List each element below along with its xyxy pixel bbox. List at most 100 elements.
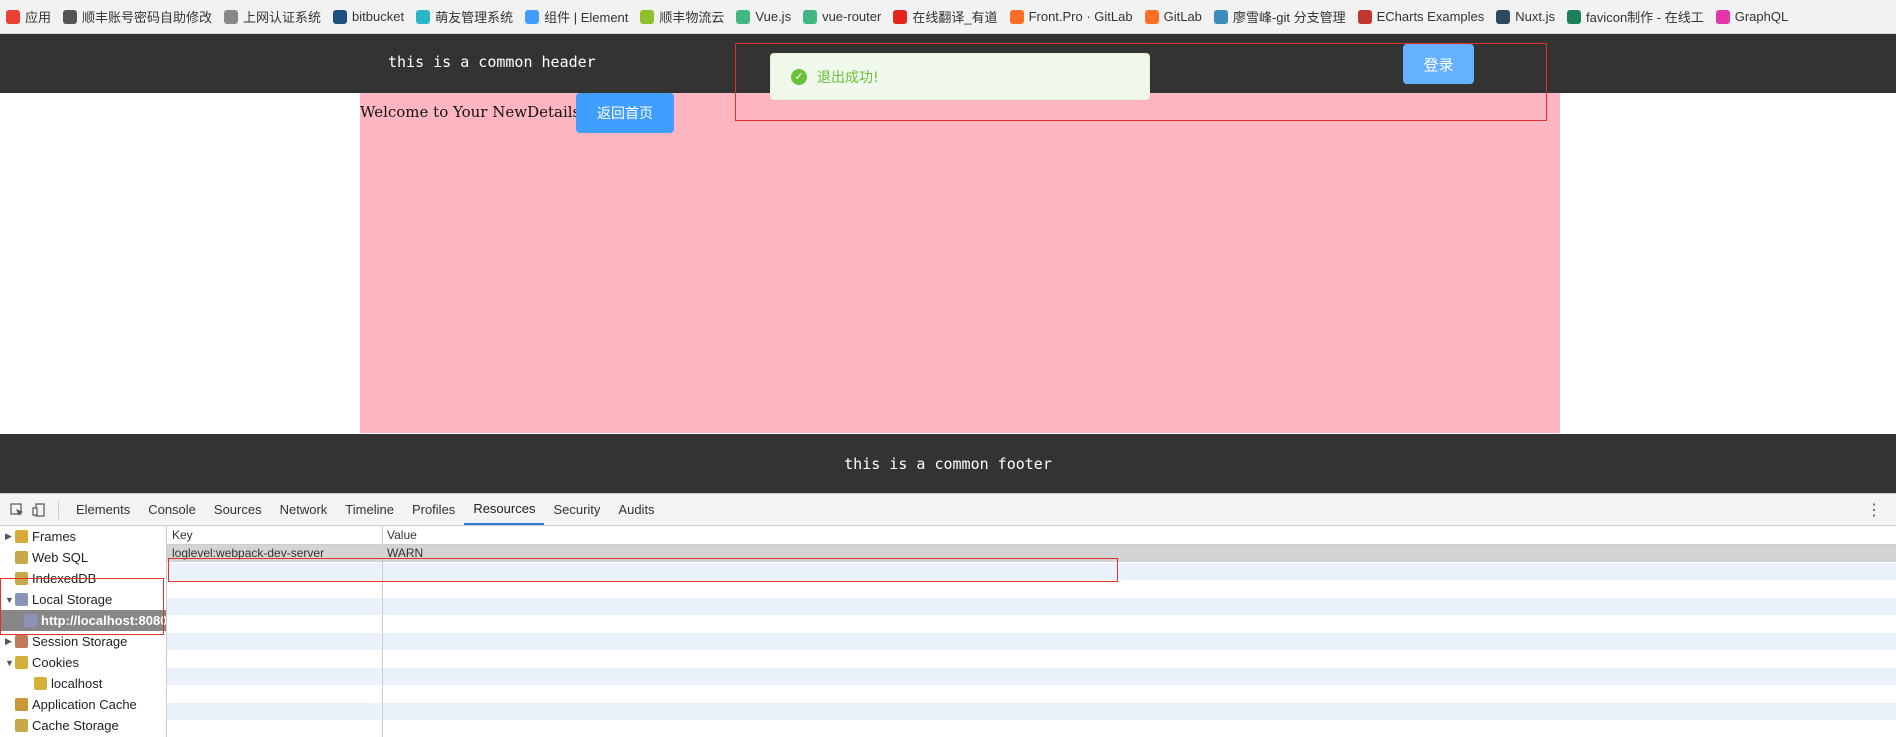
bookmark-item[interactable]: Nuxt.js	[1496, 9, 1555, 24]
tab-elements[interactable]: Elements	[67, 494, 139, 525]
table-row[interactable]	[167, 580, 1896, 597]
table-header: Key Value	[167, 526, 1896, 545]
bookmark-label: 上网认证系统	[243, 10, 322, 25]
bookmark-item[interactable]: 组件 | Element	[525, 7, 628, 26]
bookmarks-bar: 应用 顺丰账号密码自助修改 上网认证系统 bitbucket 萌友管理系统 组件 | El…	[0, 0, 1896, 34]
back-home-button[interactable]: 返回首页	[576, 93, 674, 133]
key-column-header[interactable]: Key	[172, 528, 193, 542]
bookmark-item[interactable]: GitLab	[1144, 9, 1202, 24]
table-row[interactable]	[167, 615, 1896, 632]
cookie-icon	[34, 677, 47, 690]
value-cell: WARN	[387, 546, 424, 560]
table-row[interactable]: loglevel:webpack-dev-server WARN	[167, 545, 1896, 562]
sidebar-item-session-storage[interactable]: ▶ Session Storage	[0, 631, 166, 652]
tab-timeline[interactable]: Timeline	[336, 494, 403, 525]
apps-grid-icon	[6, 9, 20, 24]
tab-audits[interactable]: Audits	[609, 494, 663, 525]
bookmark-item[interactable]: 廖雪峰-git 分支管理	[1213, 7, 1346, 26]
sf-icon	[63, 9, 78, 24]
bookmark-label: 廖雪峰-git 分支管理	[1232, 10, 1346, 25]
sidebar-item-web-sql[interactable]: Web SQL	[0, 547, 166, 568]
bookmark-item[interactable]: GraphQL	[1715, 9, 1788, 24]
value-column-header[interactable]: Value	[387, 528, 417, 542]
sidebar-item-cache-storage[interactable]: Cache Storage	[0, 715, 166, 736]
bookmark-item[interactable]: 应用	[6, 7, 51, 26]
bookmark-label: favicon制作 - 在线工	[1585, 10, 1704, 25]
device-mode-icon[interactable]	[28, 500, 50, 520]
table-row[interactable]	[167, 720, 1896, 737]
sidebar-item-application-cache[interactable]: Application Cache	[0, 694, 166, 715]
sidebar-item-frames[interactable]: ▶ Frames	[0, 526, 166, 547]
bookmark-item[interactable]: 上网认证系统	[224, 7, 321, 26]
tab-security[interactable]: Security	[544, 494, 609, 525]
sidebar-item-label: Local Storage	[32, 592, 113, 607]
sidebar-item-localhost[interactable]: localhost	[0, 673, 166, 694]
bookmark-label: 应用	[25, 10, 52, 25]
expand-arrow-icon[interactable]: ▼	[5, 595, 15, 605]
sidebar-item-local-storage[interactable]: ▼ Local Storage	[0, 589, 166, 610]
bookmark-item[interactable]: 在线翻译_有道	[893, 7, 998, 26]
sf-cloud-icon	[640, 9, 655, 24]
main-content: Welcome to Your NewDetails 返回首页	[360, 93, 1560, 433]
sidebar-item-label: Cookies	[32, 655, 79, 670]
expand-arrow-icon[interactable]: ▶	[5, 636, 15, 647]
bookmark-item[interactable]: 顺丰物流云	[640, 7, 724, 26]
bookmark-item[interactable]: Front.Pro · GitLab	[1009, 9, 1133, 24]
bookmark-item[interactable]: 顺丰账号密码自助修改	[63, 7, 212, 26]
devtools-panel: Elements Console Sources Network Timeline Pro…	[0, 493, 1896, 737]
inspect-element-icon[interactable]	[6, 500, 28, 520]
youdao-icon	[893, 9, 908, 24]
storage-grid-icon	[15, 635, 28, 648]
bookmark-label: Nuxt.js	[1515, 9, 1555, 24]
bookmark-label: ECharts Examples	[1376, 9, 1485, 24]
sidebar-item-label: Cache Storage	[32, 718, 119, 733]
bookmark-item[interactable]: 萌友管理系统	[416, 7, 513, 26]
header-title: this is a common header	[388, 53, 596, 71]
bookmark-label: GitLab	[1163, 9, 1202, 24]
expand-arrow-icon[interactable]: ▶	[5, 531, 15, 542]
bookmark-label: bitbucket	[352, 9, 405, 24]
sidebar-item-cookies[interactable]: ▼ Cookies	[0, 652, 166, 673]
tab-network[interactable]: Network	[271, 494, 337, 525]
bookmark-label: 萌友管理系统	[435, 10, 514, 25]
table-row[interactable]	[167, 597, 1896, 615]
success-check-icon: ✓	[791, 68, 807, 85]
graphql-icon	[1715, 9, 1730, 24]
bookmark-label: 在线翻译_有道	[912, 10, 998, 25]
bookmark-item[interactable]: bitbucket	[333, 9, 404, 24]
table-row[interactable]	[167, 650, 1896, 667]
bookmark-item[interactable]: vue-router	[803, 9, 881, 24]
bookmark-item[interactable]: favicon制作 - 在线工	[1566, 7, 1704, 26]
table-row[interactable]	[167, 632, 1896, 650]
welcome-text: Welcome to Your NewDetails	[360, 103, 581, 121]
tab-console[interactable]: Console	[139, 494, 205, 525]
sidebar-item-indexeddb[interactable]: IndexedDB	[0, 568, 166, 589]
tab-resources[interactable]: Resources	[464, 494, 545, 525]
bookmark-item[interactable]: Vue.js	[736, 9, 791, 24]
app-cache-icon	[15, 698, 28, 711]
table-row[interactable]	[167, 562, 1896, 580]
tab-sources[interactable]: Sources	[205, 494, 271, 525]
mengyou-icon	[416, 9, 431, 24]
table-row[interactable]	[167, 685, 1896, 702]
resources-sidebar: ▶ Frames Web SQL IndexedDB ▼ Local Storage htt…	[0, 526, 167, 737]
tab-profiles[interactable]: Profiles	[403, 494, 464, 525]
nuxt-icon	[1496, 9, 1511, 24]
column-divider[interactable]	[382, 526, 383, 737]
bookmark-item[interactable]: ECharts Examples	[1357, 9, 1485, 24]
sidebar-item-label: http://localhost:8080	[41, 613, 166, 628]
database-icon	[15, 719, 28, 732]
success-toast: ✓ 退出成功!	[770, 53, 1150, 100]
sidebar-item-label: IndexedDB	[32, 571, 97, 586]
bookmark-label: 顺丰账号密码自助修改	[82, 10, 213, 25]
table-row[interactable]	[167, 702, 1896, 720]
more-options-icon[interactable]: ⋮	[1866, 500, 1882, 520]
vue-icon	[736, 9, 751, 24]
sidebar-item-http-localhost-8080[interactable]: http://localhost:8080	[0, 610, 166, 631]
login-button[interactable]: 登录	[1403, 44, 1474, 84]
storage-grid-icon	[24, 614, 37, 627]
expand-arrow-icon[interactable]: ▼	[5, 658, 15, 668]
element-icon	[525, 9, 540, 24]
key-cell: loglevel:webpack-dev-server	[172, 546, 325, 560]
table-row[interactable]	[167, 667, 1896, 685]
